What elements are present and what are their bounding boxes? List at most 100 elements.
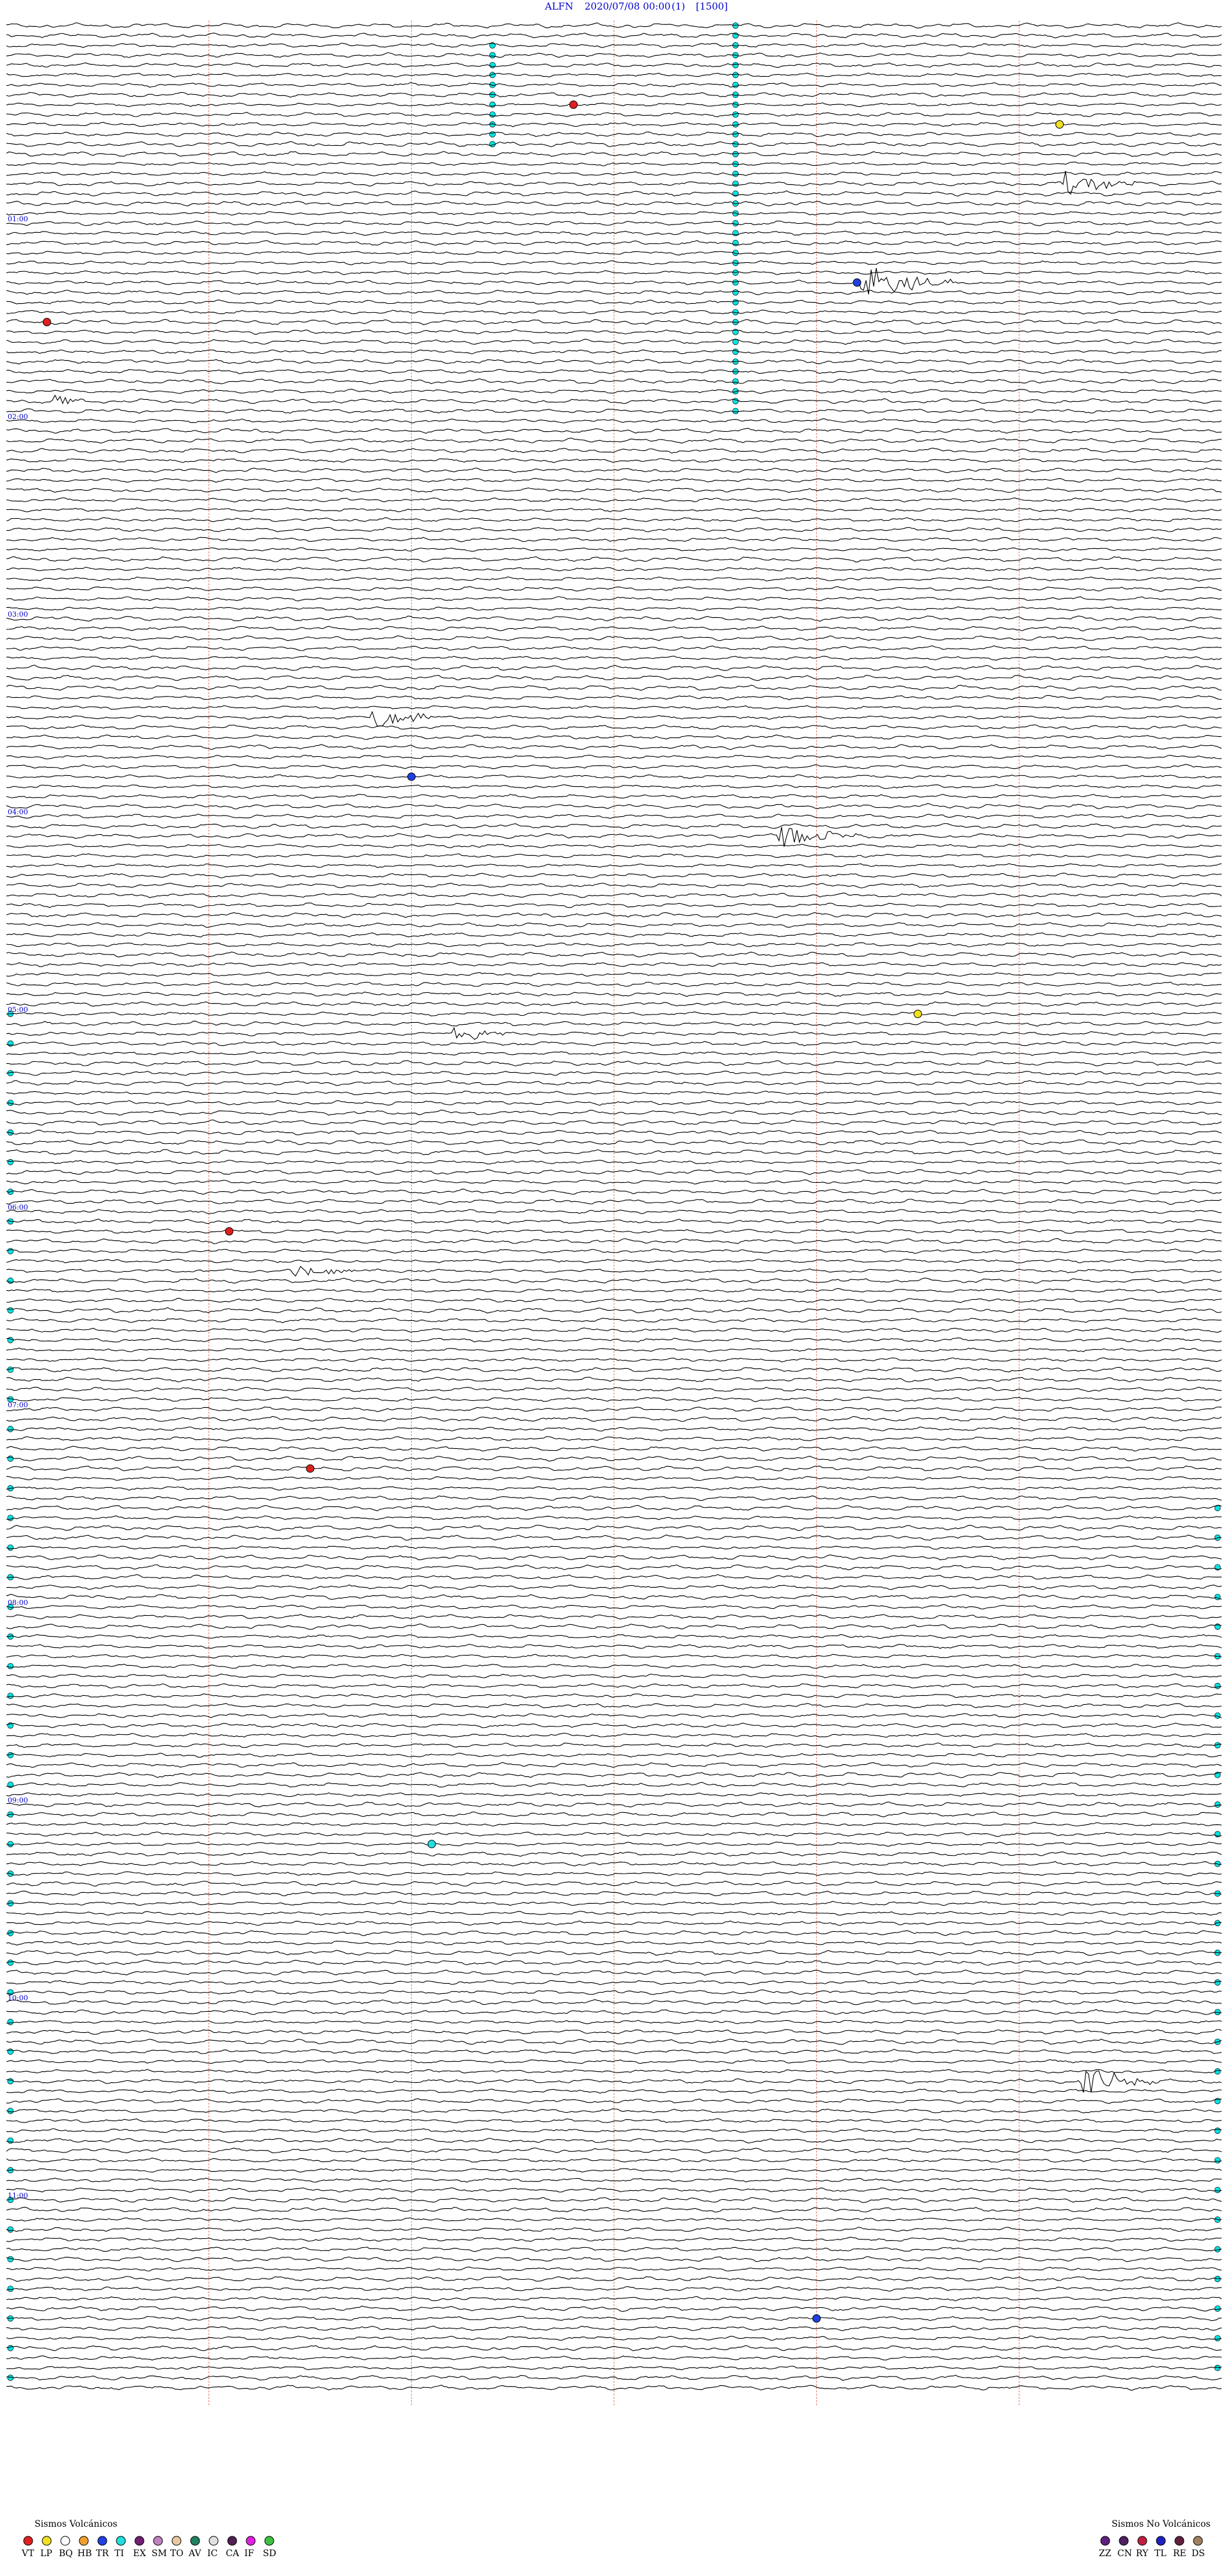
event-marker-lp <box>1055 120 1064 129</box>
legend-code-sm: SM <box>152 2548 167 2559</box>
data-gap-mark <box>7 1426 14 1432</box>
legend-code-tl: TL <box>1154 2548 1167 2559</box>
legend-swatch-tr <box>97 2536 107 2546</box>
data-gap-mark <box>1214 2157 1221 2164</box>
legend-swatch-cn <box>1119 2536 1129 2546</box>
data-gap-mark <box>7 2286 14 2292</box>
trace-row <box>6 2187 1222 2193</box>
legend-swatch-ry <box>1137 2536 1147 2546</box>
trace-row <box>6 1851 1222 1857</box>
data-gap-mark <box>732 170 739 177</box>
event-marker-tr <box>853 278 862 287</box>
data-gap-mark <box>7 1959 14 1966</box>
event-marker-vt <box>224 1227 233 1236</box>
trace-row <box>6 754 1222 760</box>
data-gap-mark <box>732 101 739 108</box>
data-gap-mark <box>1214 2186 1221 2193</box>
data-gap-mark <box>489 52 496 59</box>
data-gap-mark <box>732 180 739 187</box>
trace-row <box>6 1209 1222 1215</box>
legend-swatch-zz <box>1100 2536 1110 2546</box>
data-gap-mark <box>7 2078 14 2085</box>
data-gap-mark <box>732 61 739 68</box>
legend-swatch-ti <box>116 2536 126 2546</box>
legend-swatch-hb <box>79 2536 89 2546</box>
legend-swatch-vt <box>23 2536 33 2546</box>
data-gap-mark <box>7 1455 14 1462</box>
legend-code-if: IF <box>244 2548 255 2559</box>
legend-code-sd: SD <box>263 2548 276 2559</box>
data-gap-mark <box>1214 1979 1221 1986</box>
data-gap-mark <box>732 279 739 286</box>
data-gap-mark <box>7 1307 14 1314</box>
data-gap-mark <box>7 1247 14 1254</box>
data-gap-mark <box>7 2226 14 2233</box>
legend-code-lp: LP <box>40 2548 52 2559</box>
data-gap-mark <box>732 230 739 237</box>
legend-volcanic-title: Sismos Volcánicos <box>35 2519 117 2529</box>
trace-row <box>6 1416 1222 1423</box>
data-gap-mark <box>7 1930 14 1936</box>
trace-row <box>6 1426 1222 1432</box>
hour-label: 04:00 <box>8 808 28 816</box>
event-marker-tr <box>812 2314 821 2323</box>
legend-swatch-re <box>1174 2536 1185 2546</box>
event-marker-ti <box>427 1840 436 1849</box>
legends: Sismos Volcánicos VT LP BQ HB TR TI EX SM TO AV IC C… <box>21 2519 1211 2559</box>
hour-label: 09:00 <box>8 1796 28 1805</box>
data-gap-mark <box>7 1840 14 1847</box>
hour-label: 10:00 <box>8 1994 28 2002</box>
data-gap-mark <box>489 101 496 108</box>
legend-swatch-ic <box>209 2536 219 2546</box>
trace-row <box>6 853 1222 858</box>
data-gap-mark <box>7 2137 14 2144</box>
trace-row <box>6 319 1222 326</box>
legend-code-zz: ZZ <box>1099 2548 1112 2559</box>
data-gap-mark <box>732 210 739 217</box>
trace-row <box>6 2296 1222 2302</box>
trace-row <box>6 656 1222 661</box>
legend-swatch-if <box>246 2536 256 2546</box>
hour-label: 08:00 <box>8 1599 28 1607</box>
legend-code-av: AV <box>188 2548 201 2559</box>
data-gap-mark <box>7 1693 14 1699</box>
legend-code-ic: IC <box>207 2548 217 2559</box>
data-gap-mark <box>7 1040 14 1047</box>
data-gap-mark <box>7 1544 14 1551</box>
data-gap-mark <box>7 1277 14 1284</box>
data-gap-mark <box>732 378 739 385</box>
trace-row <box>6 1752 1222 1758</box>
data-gap-mark <box>732 407 739 415</box>
data-gap-mark <box>7 1515 14 1521</box>
legend-code-bq: BQ <box>59 2548 73 2559</box>
legend-swatch-to <box>171 2536 182 2546</box>
trace-row <box>6 744 1222 750</box>
data-gap-mark <box>7 2344 14 2351</box>
legend-swatch-ca <box>227 2536 237 2546</box>
data-gap-mark <box>1214 1682 1221 1689</box>
record-datetime: 2020/07/08 00:00 <box>585 1 670 12</box>
data-gap-mark <box>7 2048 14 2055</box>
data-gap-mark <box>732 121 739 128</box>
hour-label: 03:00 <box>8 610 28 619</box>
event-marker-vt <box>306 1464 315 1473</box>
data-gap-mark <box>7 2019 14 2025</box>
legend-swatch-sm <box>153 2536 163 2546</box>
data-gap-mark <box>1214 2305 1221 2312</box>
data-gap-mark <box>1214 2128 1221 2134</box>
legend-code-cn: CN <box>1117 2548 1132 2559</box>
hour-label: 02:00 <box>8 413 28 421</box>
event-marker-lp <box>913 1009 922 1018</box>
trace-row <box>6 1842 1222 1847</box>
trace-row <box>6 1979 1222 1986</box>
legend-code-hb: HB <box>77 2548 92 2559</box>
hour-label: 07:00 <box>8 1401 28 1409</box>
legend-code-ry: RY <box>1136 2548 1149 2559</box>
legend-nonvolcanic: Sismos No Volcánicos ZZ CN RY TL RE DS <box>1099 2519 1211 2559</box>
legend-swatch-sd <box>264 2536 274 2546</box>
data-gap-mark <box>7 2108 14 2114</box>
data-gap-mark <box>732 299 739 306</box>
trace-row <box>6 2286 1222 2292</box>
data-gap-mark <box>489 111 496 118</box>
legend-code-vt: VT <box>21 2548 35 2559</box>
